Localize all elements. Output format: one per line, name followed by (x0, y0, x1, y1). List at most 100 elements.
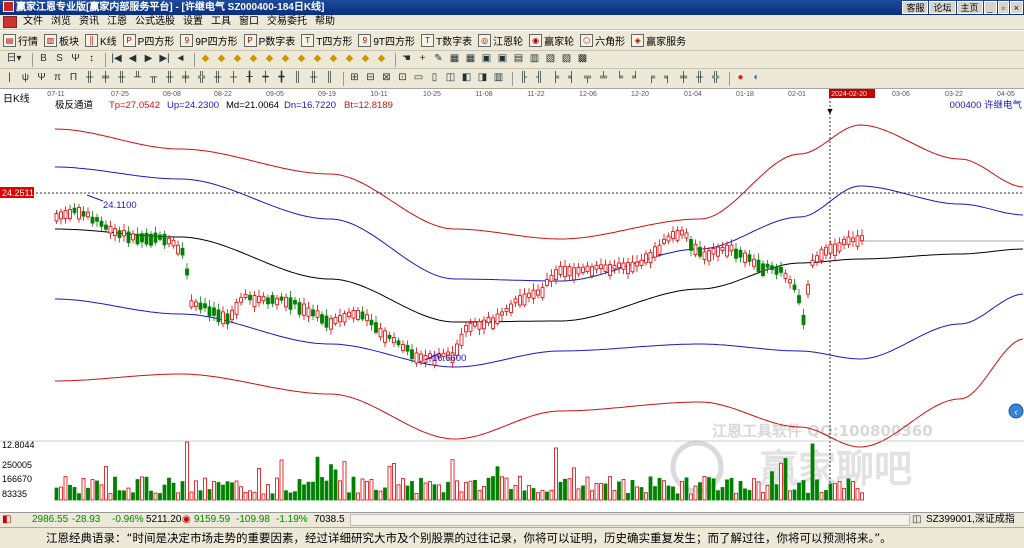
fork-11-icon[interactable]: ╪ (179, 72, 192, 85)
fork-4-icon[interactable]: Π (67, 72, 80, 85)
diamond-1-icon[interactable]: ◆ (199, 53, 212, 66)
ruler-13-icon[interactable]: ╬ (709, 72, 722, 85)
box-2-icon[interactable]: ⊟ (364, 72, 377, 85)
day-select-icon[interactable]: 日▾ (3, 53, 25, 66)
ruler-8-icon[interactable]: ╛ (629, 72, 642, 85)
fork-19-icon[interactable]: ╫ (307, 72, 320, 85)
menu-trade[interactable]: 交易委托 (263, 15, 311, 29)
box-7-icon[interactable]: ◫ (444, 72, 457, 85)
fork-12-icon[interactable]: ╬ (195, 72, 208, 85)
grid-5-icon[interactable]: ▤ (512, 53, 525, 66)
tool-t-square[interactable]: T T四方形 (301, 33, 352, 48)
menu-help[interactable]: 帮助 (311, 15, 339, 29)
diamond-4-icon[interactable]: ◆ (247, 53, 260, 66)
ruler-5-icon[interactable]: ╤ (581, 72, 594, 85)
grid-7-icon[interactable]: ▧ (544, 53, 557, 66)
sz-index-value[interactable]: 9159.59 (194, 513, 230, 527)
fork-14-icon[interactable]: ┼ (227, 72, 240, 85)
box-8-icon[interactable]: ◧ (460, 72, 473, 85)
box-9-icon[interactable]: ◨ (476, 72, 489, 85)
ruler-2-icon[interactable]: ╢ (533, 72, 546, 85)
arrow-tool-icon[interactable]: ↕ (85, 53, 98, 66)
diamond-12-icon[interactable]: ◆ (375, 53, 388, 66)
menu-tools[interactable]: 工具 (207, 15, 235, 29)
tool-gann-wheel[interactable]: ◎ 江恩轮 (478, 33, 523, 48)
diamond-2-icon[interactable]: ◆ (215, 53, 228, 66)
kline-chart[interactable]: 江恩工具软件 QQ:100800360 赢家聊吧 07-11 07-25 08-08… (0, 89, 1024, 512)
tool-p-square[interactable]: P P四方形 (122, 33, 174, 48)
hand-icon[interactable]: ☚ (400, 53, 413, 66)
ruler-10-icon[interactable]: ╕ (661, 72, 674, 85)
grid-2-icon[interactable]: ▦ (464, 53, 477, 66)
ruler-1-icon[interactable]: ╟ (517, 72, 530, 85)
fork-13-icon[interactable]: ╫ (211, 72, 224, 85)
forum-button[interactable]: 论坛 (929, 1, 956, 14)
diamond-3-icon[interactable]: ◆ (231, 53, 244, 66)
draw-icon[interactable]: ✎ (432, 53, 445, 66)
tool-sector[interactable]: ▥ 板块 (44, 33, 79, 48)
fork-18-icon[interactable]: ║ (291, 72, 304, 85)
last-icon[interactable]: ▶| (158, 53, 171, 66)
vline-icon[interactable]: | (3, 72, 16, 85)
tool-winner-wheel[interactable]: ◉ 赢家轮 (529, 33, 574, 48)
tool-service[interactable]: ◈ 赢家服务 (631, 33, 686, 48)
color-icon[interactable]: ● (734, 72, 747, 85)
ruler-3-icon[interactable]: ╞ (549, 72, 562, 85)
box-5-icon[interactable]: ▭ (412, 72, 425, 85)
menu-formula[interactable]: 公式选股 (131, 15, 179, 29)
fork-8-icon[interactable]: ╨ (131, 72, 144, 85)
app-menu-icon[interactable] (3, 16, 17, 28)
grid-4-icon[interactable]: ▣ (496, 53, 509, 66)
fork-17-icon[interactable]: ╋ (275, 72, 288, 85)
menu-settings[interactable]: 设置 (179, 15, 207, 29)
diamond-5-icon[interactable]: ◆ (263, 53, 276, 66)
home-button[interactable]: 主页 (956, 1, 983, 14)
tool-t-table[interactable]: T T数字表 (421, 33, 472, 48)
tool-kline[interactable]: ║ K线 (85, 33, 117, 48)
box-6-icon[interactable]: ▯ (428, 72, 441, 85)
fork-1-icon[interactable]: ψ (19, 72, 32, 85)
next-icon[interactable]: ▶ (142, 53, 155, 66)
buy-mark-icon[interactable]: B (37, 53, 50, 66)
close-button[interactable]: × (1009, 1, 1023, 14)
fork-10-icon[interactable]: ╫ (163, 72, 176, 85)
ruler-12-icon[interactable]: ╫ (693, 72, 706, 85)
diamond-9-icon[interactable]: ◆ (327, 53, 340, 66)
grid-1-icon[interactable]: ▦ (448, 53, 461, 66)
tool-hexagon[interactable]: ⬡ 六角形 (580, 33, 625, 48)
sh-index-value[interactable]: 2986.55 (32, 513, 68, 527)
tool-9t-square[interactable]: 9 9T四方形 (358, 33, 415, 48)
prev-icon[interactable]: ◀ (126, 53, 139, 66)
service-button[interactable]: 客服 (902, 1, 929, 14)
tool-9p-square[interactable]: 9 9P四方形 (180, 33, 238, 48)
box-3-icon[interactable]: ⊠ (380, 72, 393, 85)
diamond-6-icon[interactable]: ◆ (279, 53, 292, 66)
fork-5-icon[interactable]: ╫ (83, 72, 96, 85)
restore-button[interactable]: ▫ (997, 1, 1009, 14)
fork-15-icon[interactable]: ╂ (243, 72, 256, 85)
first-icon[interactable]: |◀ (110, 53, 123, 66)
diamond-11-icon[interactable]: ◆ (359, 53, 372, 66)
eye-icon[interactable]: ◐ (750, 72, 763, 85)
ruler-9-icon[interactable]: ╒ (645, 72, 658, 85)
fork-2-icon[interactable]: Ψ (35, 72, 48, 85)
ruler-4-icon[interactable]: ╡ (565, 72, 578, 85)
box-4-icon[interactable]: ⊡ (396, 72, 409, 85)
diamond-7-icon[interactable]: ◆ (295, 53, 308, 66)
ruler-7-icon[interactable]: ╘ (613, 72, 626, 85)
sell-mark-icon[interactable]: S (53, 53, 66, 66)
diamond-8-icon[interactable]: ◆ (311, 53, 324, 66)
grid-9-icon[interactable]: ▩ (576, 53, 589, 66)
tool-p-table[interactable]: P P数字表 (243, 33, 295, 48)
fork-9-icon[interactable]: ╥ (147, 72, 160, 85)
fork-3-icon[interactable]: π (51, 72, 64, 85)
menu-browse[interactable]: 浏览 (47, 15, 75, 29)
back-icon[interactable]: ◄ (174, 53, 187, 66)
grid-6-icon[interactable]: ▥ (528, 53, 541, 66)
menu-gann[interactable]: 江恩 (103, 15, 131, 29)
grid-8-icon[interactable]: ▨ (560, 53, 573, 66)
menu-info[interactable]: 资讯 (75, 15, 103, 29)
menu-window[interactable]: 窗口 (235, 15, 263, 29)
box-10-icon[interactable]: ▥ (492, 72, 505, 85)
grid-3-icon[interactable]: ▣ (480, 53, 493, 66)
